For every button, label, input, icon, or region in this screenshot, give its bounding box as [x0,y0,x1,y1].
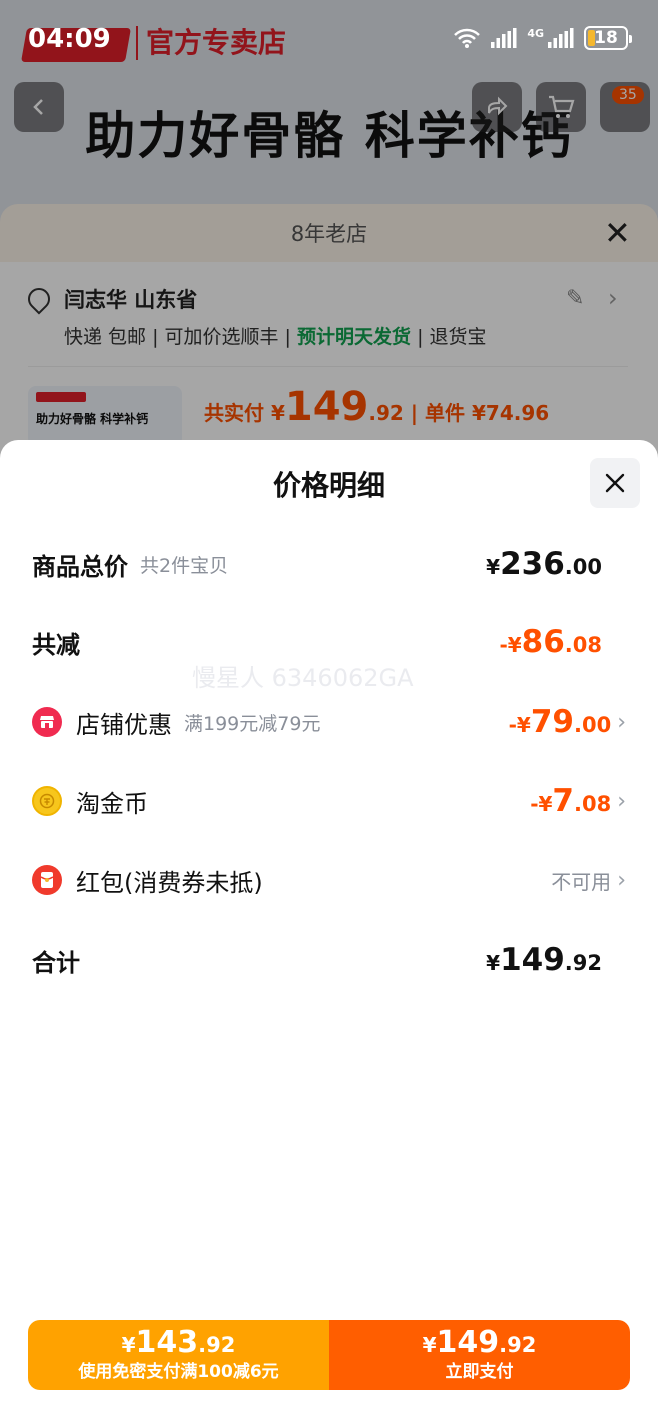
goods-total-label: 商品总价 [32,552,128,581]
shop-discount-amount: -¥ 79.00 [509,704,612,740]
shop-discount-rule: 满199元减79元 [184,712,321,735]
shop-icon [32,707,62,737]
battery-icon: 18 [584,26,632,50]
amount-dec: .00 [564,555,602,579]
currency-symbol: -¥ [499,633,522,657]
signal-icon [491,28,517,48]
reduction-amount: -¥ 86.08 [499,624,602,660]
amount-dec: .00 [573,713,612,737]
battery-level: 18 [594,28,618,48]
goods-total-amount: ¥236.00 [486,546,602,582]
row-shop-discount[interactable]: 店铺优惠 满199元减79元 -¥ 79.00 › [32,698,626,746]
sum-amount: ¥149.92 [486,942,602,978]
amount-dec: .08 [564,633,602,657]
sheet-title: 价格明细 [272,469,385,502]
currency-symbol: -¥ [530,792,553,816]
quick-pay-amount: ¥143.92 [122,1327,236,1361]
amount-dec: .92 [198,1333,236,1357]
chevron-right-icon: › [617,788,626,814]
chevron-right-icon: › [617,867,626,893]
chevron-right-icon: › [617,709,626,735]
row-gold-coin[interactable]: 淘金币 -¥ 7.08 › [32,777,626,825]
quick-pay-caption: 使用免密支付满100减6元 [78,1362,279,1382]
pay-bar: ¥143.92 使用免密支付满100减6元 ¥149.92 立即支付 [28,1320,630,1390]
price-detail-sheet: 价格明细 慢星人 6346062GA 商品总价 共2件宝贝 ¥236.00 共减… [0,440,658,1416]
red-packet-value: 不可用 [551,869,612,894]
wifi-icon [453,27,481,49]
amount-dec: .92 [564,951,602,975]
pay-now-amount: ¥149.92 [423,1327,537,1361]
close-button[interactable] [590,458,640,508]
currency-symbol: -¥ [508,713,531,737]
status-time: 04:09 [28,24,111,54]
goods-count: 共2件宝贝 [140,554,229,577]
red-packet-icon [32,865,62,895]
currency-symbol: ¥ [422,1333,437,1357]
currency-symbol: ¥ [486,555,501,579]
currency-symbol: ¥ [121,1333,136,1357]
red-packet-status: 不可用 [551,866,611,895]
close-icon [605,473,625,493]
status-bar: 04:09 4G 18 [0,0,658,70]
amount-int: 79 [530,704,574,740]
red-packet-label: 红包(消费券未抵) [76,868,263,897]
amount-int: 236 [500,546,565,582]
row-sum: 合计 ¥149.92 [32,936,626,984]
amount-dec: .92 [499,1333,537,1357]
sum-label: 合计 [32,948,80,977]
row-total-reduction: 共减 -¥ 86.08 [32,618,626,666]
status-icons: 4G 18 [453,26,632,50]
amount-int: 7 [552,783,574,819]
amount-int: 149 [500,942,565,978]
row-goods-total: 商品总价 共2件宝贝 ¥236.00 [32,540,626,588]
amount-int: 143 [135,1325,199,1360]
pay-now-caption: 立即支付 [445,1362,514,1382]
gold-coin-label: 淘金币 [76,789,148,818]
password-free-pay-button[interactable]: ¥143.92 使用免密支付满100减6元 [28,1320,329,1390]
gold-coin-amount: -¥ 7.08 [530,783,611,819]
amount-dec: .08 [573,792,612,816]
network-type: 4G [527,26,544,40]
coin-icon [32,786,62,816]
signal-icon-2 [548,28,574,48]
amount-int: 86 [521,624,565,660]
reduction-label: 共减 [32,630,80,659]
shop-discount-label: 店铺优惠 [76,710,172,739]
pay-now-button[interactable]: ¥149.92 立即支付 [329,1320,630,1390]
row-red-packet[interactable]: 红包(消费券未抵) 不可用 › [32,856,626,904]
amount-int: 149 [436,1325,500,1360]
currency-symbol: ¥ [486,951,501,975]
